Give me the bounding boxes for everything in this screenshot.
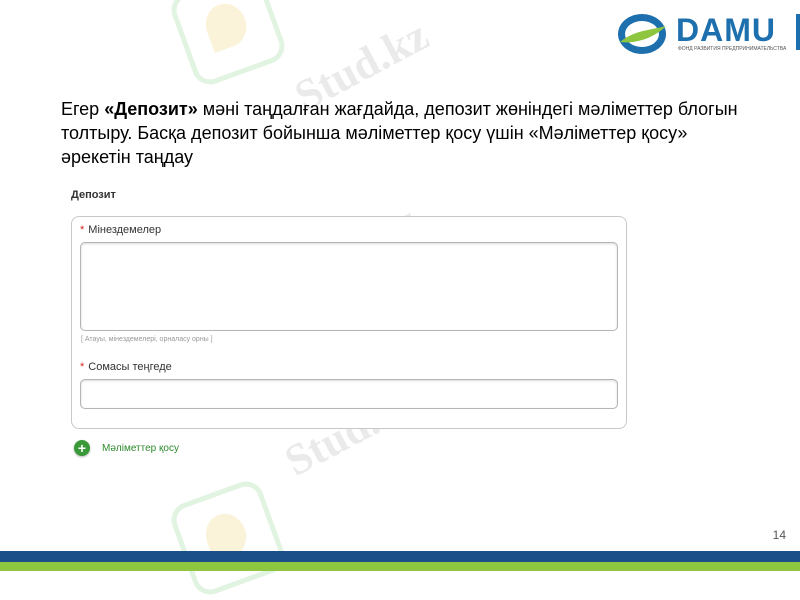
- add-details-label[interactable]: Мәліметтер қосу: [102, 443, 179, 454]
- watermark-logo: [166, 0, 290, 90]
- characteristics-textarea[interactable]: [80, 242, 618, 331]
- amount-label: * Сомасы теңгеде: [80, 361, 172, 373]
- plus-circle-icon[interactable]: +: [74, 440, 90, 456]
- footer-green-bar: [0, 562, 800, 571]
- amount-input[interactable]: [80, 379, 618, 409]
- amount-label-text: Сомасы теңгеде: [88, 361, 172, 373]
- watermark-logo: [166, 476, 290, 600]
- footer-blue-bar: [0, 551, 800, 562]
- add-details-button[interactable]: + Мәліметтер қосу: [74, 440, 179, 456]
- characteristics-label-text: Мінездемелер: [88, 224, 162, 236]
- instruction-bold: «Депозит»: [104, 99, 198, 119]
- instruction-prefix: Егер: [61, 99, 105, 119]
- deposit-section-title: Депозит: [71, 189, 116, 201]
- logo-text: DAMU: [676, 12, 776, 48]
- logo-subtitle: ФОНД РАЗВИТИЯ ПРЕДПРИНИМАТЕЛЬСТВА: [678, 46, 787, 52]
- characteristics-hint: [ Атауы, мінездемелері, орналасу орны ]: [81, 336, 213, 343]
- deposit-panel: * Мінездемелер [ Атауы, мінездемелері, ор…: [71, 216, 627, 429]
- required-mark: *: [80, 361, 85, 373]
- characteristics-label: * Мінездемелер: [80, 224, 161, 236]
- instruction-text: Егер «Депозит» мәні таңдалған жағдайда, …: [61, 97, 761, 169]
- damu-logo: DAMU ФОНД РАЗВИТИЯ ПРЕДПРИНИМАТЕЛЬСТВА: [612, 6, 800, 62]
- damu-emblem-icon: [618, 14, 666, 54]
- logo-bar: [796, 14, 800, 50]
- page-number: 14: [772, 528, 786, 542]
- required-mark: *: [80, 224, 85, 236]
